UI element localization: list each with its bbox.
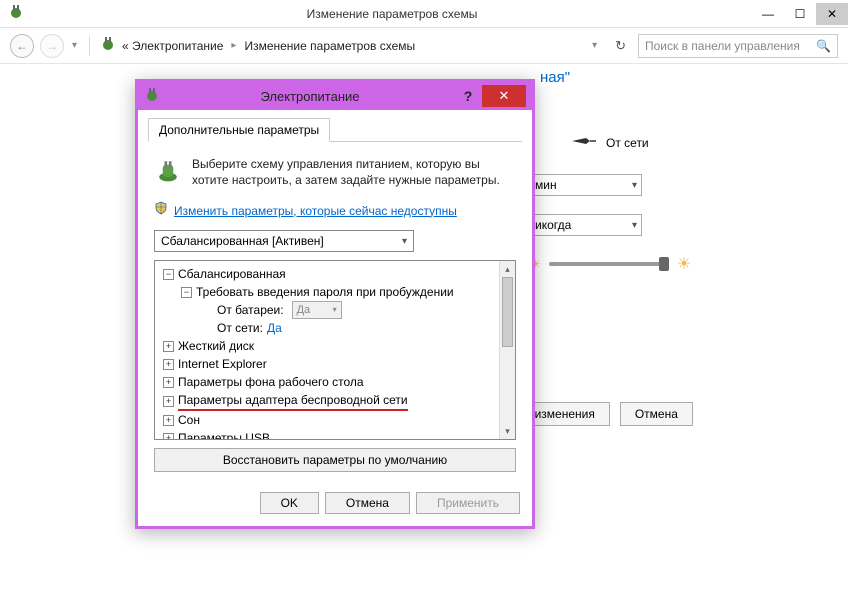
apply-button[interactable]: Применить (416, 492, 520, 514)
forward-button[interactable]: → (40, 34, 64, 58)
tree-wireless[interactable]: Параметры адаптера беспроводной сети (178, 391, 408, 411)
tree-plug-label: От сети: (217, 319, 263, 337)
scheme-name-link[interactable]: ная" (540, 69, 570, 86)
collapse-icon[interactable]: − (163, 269, 174, 280)
main-window-title: Изменение параметров схемы (32, 7, 752, 21)
tree-root[interactable]: Сбалансированная (178, 265, 286, 283)
chevron-down-icon: ▾ (632, 220, 637, 231)
power-icon (144, 86, 160, 107)
expand-icon[interactable]: + (163, 415, 174, 426)
breadcrumb-item[interactable]: Изменение параметров схемы (244, 39, 415, 53)
restore-defaults-button[interactable]: Восстановить параметры по умолчанию (154, 448, 516, 472)
minimize-button[interactable]: — (752, 3, 784, 25)
history-dropdown-icon[interactable]: ▾ (70, 40, 79, 51)
tree-ie[interactable]: Internet Explorer (178, 355, 267, 373)
tree-hdd[interactable]: Жесткий диск (178, 337, 254, 355)
help-button[interactable]: ? (454, 88, 482, 104)
brightness-slider-row: ☀ ☀ (530, 254, 691, 274)
slider-thumb[interactable] (659, 257, 669, 271)
dialog-cancel-button[interactable]: Отмена (325, 492, 410, 514)
main-titlebar: Изменение параметров схемы — ☐ ✕ (0, 0, 848, 28)
power-icon (100, 35, 116, 56)
expand-icon[interactable]: + (163, 359, 174, 370)
collapse-icon[interactable]: − (181, 287, 192, 298)
dialog-titlebar[interactable]: Электропитание ? ✕ (138, 82, 532, 110)
nav-toolbar: ← → ▾ « Электропитание ▸ Изменение парам… (0, 28, 848, 64)
expand-icon[interactable]: + (163, 396, 174, 407)
tree-wake-password[interactable]: Требовать введения пароля при пробуждени… (196, 283, 454, 301)
breadcrumb-dropdown-icon[interactable]: ▾ (586, 40, 603, 51)
sun-bright-icon: ☀ (677, 254, 691, 274)
dialog-info-text: Выберите схему управления питанием, кото… (192, 156, 516, 188)
scroll-thumb[interactable] (502, 277, 513, 347)
tree-usb[interactable]: Параметры USB (178, 429, 270, 439)
ok-button[interactable]: OK (260, 492, 319, 514)
tree-scrollbar[interactable]: ▴ ▾ (499, 261, 515, 439)
battery-value-select[interactable]: Да▾ (292, 301, 342, 319)
tab-strip: Дополнительные параметры (148, 118, 522, 142)
tree-sleep[interactable]: Сон (178, 411, 200, 429)
plug-label: От сети (606, 136, 649, 150)
refresh-button[interactable]: ↻ (609, 38, 632, 54)
expand-icon[interactable]: + (163, 433, 174, 440)
scroll-down-button[interactable]: ▾ (500, 423, 515, 439)
brightness-slider[interactable] (549, 262, 669, 266)
chevron-down-icon: ▾ (632, 180, 637, 191)
scroll-up-button[interactable]: ▴ (500, 261, 515, 277)
chevron-down-icon: ▾ (402, 236, 407, 247)
close-button[interactable]: ✕ (816, 3, 848, 25)
tab-advanced[interactable]: Дополнительные параметры (148, 118, 330, 142)
battery-icon (154, 156, 182, 189)
back-button[interactable]: ← (10, 34, 34, 58)
dialog-title: Электропитание (166, 89, 454, 104)
cancel-button[interactable]: Отмена (620, 402, 693, 426)
shield-icon (154, 201, 168, 220)
plug-value-link[interactable]: Да (267, 319, 282, 337)
plug-label-row: От сети (570, 134, 649, 151)
power-icon (8, 3, 24, 24)
search-placeholder: Поиск в панели управления (645, 39, 800, 53)
expand-icon[interactable]: + (163, 341, 174, 352)
breadcrumb-item[interactable]: « Электропитание (122, 39, 223, 53)
chevron-right-icon: ▸ (231, 40, 236, 51)
power-options-dialog: Электропитание ? ✕ Дополнительные параме… (135, 79, 535, 529)
maximize-button[interactable]: ☐ (784, 3, 816, 25)
settings-tree[interactable]: −Сбалансированная −Требовать введения па… (155, 261, 499, 439)
timeout-select-2[interactable]: икогда ▾ (530, 214, 642, 236)
tree-battery-label: От батареи: (217, 301, 284, 319)
dialog-close-button[interactable]: ✕ (482, 85, 526, 107)
timeout-select-1[interactable]: мин ▾ (530, 174, 642, 196)
plug-icon (570, 134, 596, 151)
scheme-select[interactable]: Сбалансированная [Активен] ▾ (154, 230, 414, 252)
search-icon: 🔍 (816, 39, 831, 53)
breadcrumb[interactable]: « Электропитание ▸ Изменение параметров … (122, 39, 603, 53)
search-input[interactable]: Поиск в панели управления 🔍 (638, 34, 838, 58)
expand-icon[interactable]: + (163, 377, 174, 388)
tree-desktop[interactable]: Параметры фона рабочего стола (178, 373, 364, 391)
scroll-track[interactable] (500, 277, 515, 423)
change-unavailable-link[interactable]: Изменить параметры, которые сейчас недос… (174, 204, 457, 218)
